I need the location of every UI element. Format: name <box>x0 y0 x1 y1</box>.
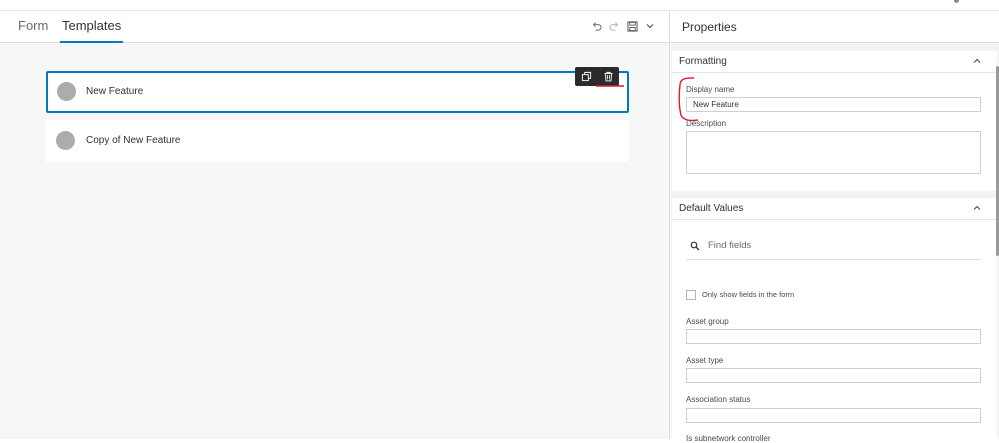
formatting-title: Formatting <box>679 56 727 67</box>
window-top-strip <box>0 0 999 11</box>
only-show-fields-checkbox[interactable] <box>686 290 696 300</box>
undo-icon[interactable] <box>589 19 603 33</box>
default-values-title: Default Values <box>679 203 744 214</box>
field-label-asset-group: Asset group <box>686 317 729 326</box>
template-avatar <box>57 82 76 101</box>
default-values-section: Default Values Find fields Only show fie… <box>672 198 997 443</box>
tab-templates[interactable]: Templates <box>59 11 124 43</box>
chevron-down-icon[interactable] <box>643 19 657 33</box>
field-search[interactable]: Find fields <box>686 234 981 260</box>
field-label-association-status: Association status <box>686 395 751 404</box>
association-status-input[interactable] <box>686 408 981 423</box>
card-action-bar <box>575 67 619 86</box>
annotation-underline <box>596 85 624 87</box>
template-avatar <box>56 131 75 150</box>
properties-header: Properties <box>671 11 999 43</box>
search-icon <box>690 241 700 251</box>
chevron-up-icon[interactable] <box>971 55 983 67</box>
description-textarea[interactable] <box>686 131 981 174</box>
duplicate-icon[interactable] <box>575 67 597 86</box>
template-card-selected[interactable]: New Feature <box>46 71 629 113</box>
save-icon[interactable] <box>625 19 639 33</box>
template-label: Copy of New Feature <box>86 135 181 146</box>
trash-icon[interactable] <box>597 67 619 86</box>
only-show-fields-label: Only show fields in the form <box>702 290 795 299</box>
formatting-section: Formatting Display name New Feature Desc… <box>672 51 997 191</box>
template-label: New Feature <box>86 86 144 97</box>
properties-panel: Properties Formatting Display name New F… <box>671 11 999 443</box>
annotation-bracket <box>678 77 699 122</box>
chevron-up-icon[interactable] <box>971 202 983 214</box>
formatting-header[interactable]: Formatting <box>672 51 997 73</box>
field-label-asset-type: Asset type <box>686 356 724 365</box>
tab-form[interactable]: Form <box>18 11 48 43</box>
asset-type-input[interactable] <box>686 368 981 383</box>
default-values-header[interactable]: Default Values <box>672 198 997 220</box>
properties-title: Properties <box>682 20 737 34</box>
redo-icon[interactable] <box>607 19 621 33</box>
asset-group-input[interactable] <box>686 329 981 344</box>
template-card[interactable]: Copy of New Feature <box>46 120 629 162</box>
display-name-input[interactable]: New Feature <box>686 97 981 112</box>
toolbar <box>589 19 657 33</box>
search-input[interactable]: Find fields <box>708 240 751 251</box>
window-control-dot <box>954 0 959 3</box>
tab-bar: Form Templates <box>0 11 669 43</box>
